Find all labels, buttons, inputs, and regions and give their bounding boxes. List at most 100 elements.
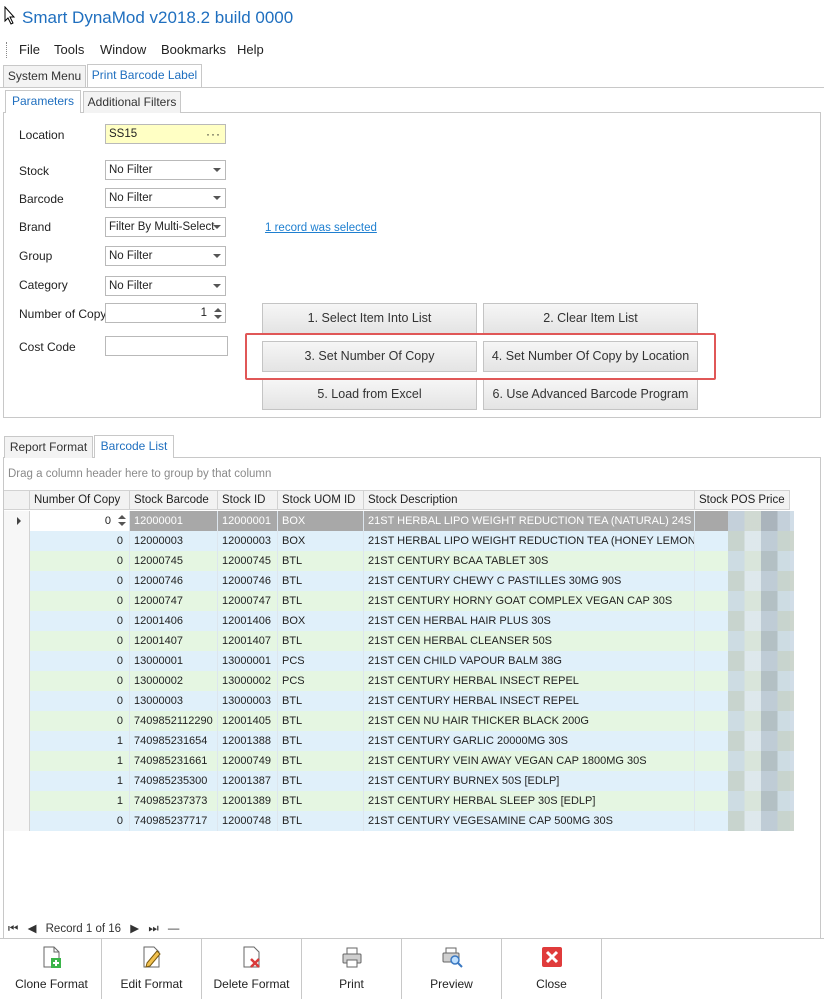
row-indicator[interactable] <box>4 611 30 631</box>
stock-id-cell[interactable]: 12001389 <box>218 791 278 811</box>
table-row[interactable]: 0 12000003 12000003 BOX 21ST HERBAL LIPO WEI… <box>30 531 790 551</box>
menu-window[interactable]: Window <box>100 42 146 57</box>
number-of-copy-stepper[interactable]: 1 <box>105 303 226 323</box>
number-of-copy-cell[interactable]: 0 <box>30 811 130 831</box>
menu-bookmarks[interactable]: Bookmarks <box>161 42 226 57</box>
number-of-copy-cell[interactable]: 0 <box>30 691 130 711</box>
stock-uom-cell[interactable]: BOX <box>278 611 364 631</box>
stock-id-cell[interactable]: 13000002 <box>218 671 278 691</box>
stock-barcode-cell[interactable]: 12000001 <box>130 511 218 531</box>
last-record-icon[interactable]: ⏭ <box>148 923 158 935</box>
number-of-copy-cell[interactable]: 0 <box>30 631 130 651</box>
number-of-copy-cell[interactable]: 0 <box>30 611 130 631</box>
barcode-select[interactable]: No Filter <box>105 188 226 208</box>
number-of-copy-cell[interactable]: 0 <box>30 591 130 611</box>
spin-up-icon[interactable] <box>118 515 126 519</box>
row-indicator[interactable] <box>4 631 30 651</box>
table-row[interactable]: 0 12000746 12000746 BTL 21ST CENTURY CHEWY C… <box>30 571 790 591</box>
table-row[interactable]: 1 740985231661 12000749 BTL 21ST CENTURY VEI… <box>30 751 790 771</box>
chevron-down-icon[interactable] <box>213 284 221 288</box>
table-row[interactable]: 0 12000747 12000747 BTL 21ST CENTURY HORNY G… <box>30 591 790 611</box>
tab-system-menu[interactable]: System Menu <box>3 65 86 87</box>
stock-uom-cell[interactable]: BTL <box>278 591 364 611</box>
delete-format-button[interactable]: Delete Format <box>202 939 302 999</box>
stock-description-cell[interactable]: 21ST CENTURY CHEWY C PASTILLES 30MG 90S <box>364 571 695 591</box>
spin-down-icon[interactable] <box>118 522 126 526</box>
number-of-copy-cell[interactable]: 0 <box>30 671 130 691</box>
tab-additional-filters[interactable]: Additional Filters <box>83 91 181 113</box>
number-of-copy-cell[interactable]: 0 <box>30 571 130 591</box>
location-field[interactable]: SS15 ··· <box>105 124 226 144</box>
stock-description-cell[interactable]: 21ST HERBAL LIPO WEIGHT REDUCTION TEA (H… <box>364 531 695 551</box>
stock-uom-cell[interactable]: BTL <box>278 691 364 711</box>
stock-barcode-cell[interactable]: 740985237373 <box>130 791 218 811</box>
stock-id-cell[interactable]: 12001406 <box>218 611 278 631</box>
stock-description-cell[interactable]: 21ST CENTURY VEGESAMINE CAP 500MG 30S <box>364 811 695 831</box>
clone-format-button[interactable]: Clone Format <box>2 939 102 999</box>
stock-barcode-cell[interactable]: 740985231654 <box>130 731 218 751</box>
stock-description-cell[interactable]: 21ST CEN CHILD VAPOUR BALM 38G <box>364 651 695 671</box>
stock-id-cell[interactable]: 13000003 <box>218 691 278 711</box>
column-stock-description[interactable]: Stock Description <box>364 491 695 510</box>
stock-barcode-cell[interactable]: 13000002 <box>130 671 218 691</box>
stock-id-cell[interactable]: 12000748 <box>218 811 278 831</box>
stock-description-cell[interactable]: 21ST CENTURY VEIN AWAY VEGAN CAP 1800MG … <box>364 751 695 771</box>
tab-parameters[interactable]: Parameters <box>5 90 81 113</box>
stock-barcode-cell[interactable]: 12000003 <box>130 531 218 551</box>
column-number-of-copy[interactable]: Number Of Copy <box>30 491 130 510</box>
chevron-down-icon[interactable] <box>213 196 221 200</box>
advanced-barcode-program-button[interactable]: 6. Use Advanced Barcode Program <box>483 379 698 410</box>
clear-item-list-button[interactable]: 2. Clear Item List <box>483 303 698 334</box>
spin-up-icon[interactable] <box>214 308 222 312</box>
table-row[interactable]: 0 12001406 12001406 BOX 21ST CEN HERBAL HAIR… <box>30 611 790 631</box>
selected-records-link[interactable]: 1 record was selected <box>265 222 377 234</box>
number-of-copy-cell[interactable]: 1 <box>30 731 130 751</box>
stock-id-cell[interactable]: 12000745 <box>218 551 278 571</box>
column-stock-id[interactable]: Stock ID <box>218 491 278 510</box>
stock-uom-cell[interactable]: PCS <box>278 651 364 671</box>
row-indicator[interactable] <box>4 651 30 671</box>
table-row[interactable]: 0 13000001 13000001 PCS 21ST CEN CHILD VAPOU… <box>30 651 790 671</box>
tab-barcode-list[interactable]: Barcode List <box>94 435 174 458</box>
row-indicator[interactable] <box>4 511 30 531</box>
stock-uom-cell[interactable]: BTL <box>278 771 364 791</box>
stock-barcode-cell[interactable]: 7409852112290 <box>130 711 218 731</box>
stock-id-cell[interactable]: 12000001 <box>218 511 278 531</box>
print-button[interactable]: Print <box>302 939 402 999</box>
stock-description-cell[interactable]: 21ST CENTURY HERBAL SLEEP 30S [EDLP] <box>364 791 695 811</box>
stock-description-cell[interactable]: 21ST CEN NU HAIR THICKER BLACK 200G <box>364 711 695 731</box>
stock-id-cell[interactable]: 12000746 <box>218 571 278 591</box>
stock-uom-cell[interactable]: BTL <box>278 811 364 831</box>
close-button[interactable]: Close <box>502 939 602 999</box>
number-of-copy-cell[interactable]: 1 <box>30 771 130 791</box>
number-of-copy-cell[interactable]: 0 <box>30 651 130 671</box>
stock-description-cell[interactable]: 21ST CENTURY BURNEX 50S [EDLP] <box>364 771 695 791</box>
row-indicator[interactable] <box>4 791 30 811</box>
row-indicator[interactable] <box>4 531 30 551</box>
stock-uom-cell[interactable]: BTL <box>278 751 364 771</box>
table-row[interactable]: 0 740985237717 12000748 BTL 21ST CENTURY VEG… <box>30 811 790 831</box>
tab-report-format[interactable]: Report Format <box>4 436 93 458</box>
preview-button[interactable]: Preview <box>402 939 502 999</box>
row-indicator[interactable] <box>4 551 30 571</box>
stock-description-cell[interactable]: 21ST CENTURY HORNY GOAT COMPLEX VEGAN CA… <box>364 591 695 611</box>
number-of-copy-cell[interactable]: 1 <box>30 751 130 771</box>
stock-uom-cell[interactable]: BTL <box>278 711 364 731</box>
stock-barcode-cell[interactable]: 12001406 <box>130 611 218 631</box>
edit-format-button[interactable]: Edit Format <box>102 939 202 999</box>
stock-barcode-cell[interactable]: 740985235300 <box>130 771 218 791</box>
table-row[interactable]: 0 12000001 12000001 BOX 21ST HERBAL LIPO WEI… <box>30 511 790 531</box>
prev-record-icon[interactable]: ◀ <box>28 923 37 935</box>
group-select[interactable]: No Filter <box>105 246 226 266</box>
row-indicator[interactable] <box>4 691 30 711</box>
table-row[interactable]: 0 12001407 12001407 BTL 21ST CEN HERBAL CLEA… <box>30 631 790 651</box>
column-stock-barcode[interactable]: Stock Barcode <box>130 491 218 510</box>
first-record-icon[interactable]: ⏮ <box>8 923 18 935</box>
row-indicator[interactable] <box>4 731 30 751</box>
stock-description-cell[interactable]: 21ST CENTURY BCAA TABLET 30S <box>364 551 695 571</box>
table-row[interactable]: 0 13000002 13000002 PCS 21ST CENTURY HERBAL … <box>30 671 790 691</box>
table-row[interactable]: 0 13000003 13000003 BTL 21ST CENTURY HERBAL … <box>30 691 790 711</box>
stock-id-cell[interactable]: 13000001 <box>218 651 278 671</box>
chevron-down-icon[interactable] <box>213 225 221 229</box>
number-of-copy-cell[interactable]: 0 <box>30 711 130 731</box>
